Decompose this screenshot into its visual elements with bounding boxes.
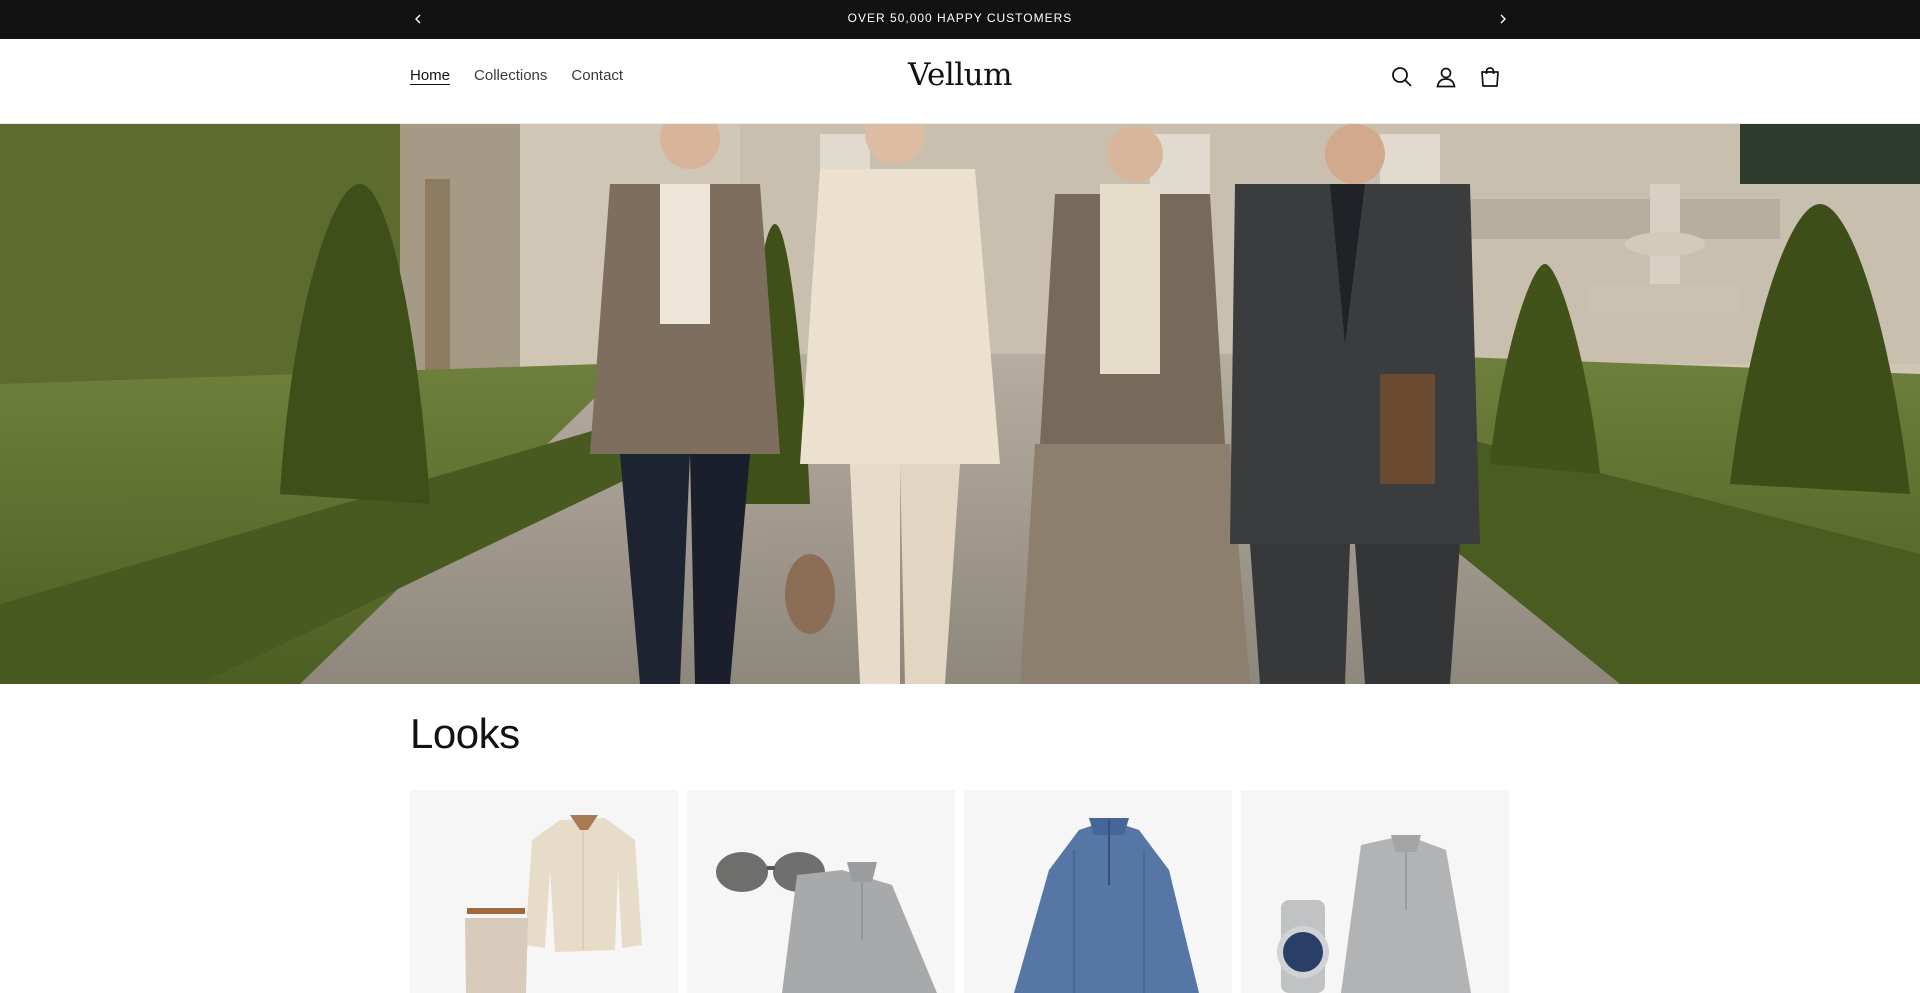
sunglasses-and-grey-half-zip-image: [687, 790, 955, 993]
look-card-blue-cable-knit[interactable]: [964, 790, 1232, 993]
look-card-linen-shirt[interactable]: [410, 790, 678, 993]
site-header: Home Collections Contact Vellum: [0, 39, 1920, 124]
looks-grid: [410, 790, 1509, 993]
account-icon: [1436, 67, 1456, 88]
cart-icon: [1481, 67, 1499, 87]
announcement-next-button[interactable]: [1493, 9, 1513, 29]
look-card-sunglasses-half-zip[interactable]: [687, 790, 955, 993]
hero-banner: [0, 124, 1920, 684]
cart-button[interactable]: [1476, 63, 1504, 91]
looks-heading: Looks: [410, 710, 520, 757]
hero-image: [0, 124, 1920, 684]
linen-shirt-and-trousers-image: [410, 790, 678, 993]
header-icons: [1388, 63, 1504, 91]
announcement-text: OVER 50,000 HAPPY CUSTOMERS: [847, 11, 1073, 25]
search-icon: [1392, 67, 1412, 87]
blue-cable-knit-half-zip-image: [964, 790, 1232, 993]
look-card-watch-half-zip[interactable]: [1241, 790, 1509, 993]
announcement-bar: OVER 50,000 HAPPY CUSTOMERS: [0, 0, 1920, 39]
watch-and-grey-half-zip-image: [1241, 790, 1509, 993]
chevron-right-icon: [1500, 14, 1506, 24]
site-logo[interactable]: Vellum: [0, 57, 1920, 93]
account-button[interactable]: [1432, 63, 1460, 91]
search-button[interactable]: [1388, 63, 1416, 91]
